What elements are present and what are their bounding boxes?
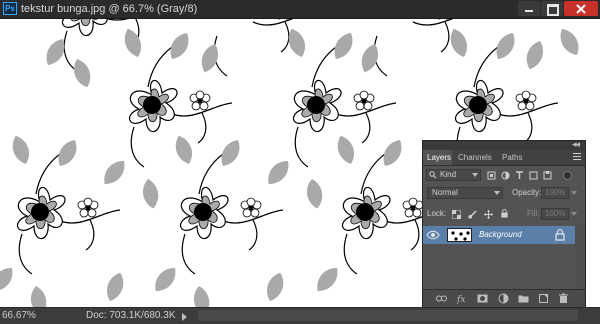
eye-visibility-icon[interactable] — [426, 226, 440, 244]
lock-label: Lock: — [427, 209, 447, 218]
lock-position-move-icon[interactable] — [484, 210, 493, 219]
chevron-down-icon — [472, 173, 478, 177]
chevron-down-icon — [494, 191, 500, 195]
panel-menu-icon[interactable] — [573, 153, 581, 161]
filter-kind-select[interactable]: Kind — [426, 169, 481, 181]
mask-icon[interactable] — [477, 293, 488, 304]
panel-scrollbar[interactable] — [575, 223, 585, 289]
status-menu-arrow-icon[interactable] — [182, 313, 187, 321]
search-icon — [429, 171, 437, 179]
photoshop-icon: Ps — [3, 2, 17, 15]
link-icon[interactable] — [436, 293, 447, 304]
filter-adjustment-icon[interactable] — [501, 171, 510, 180]
document-title: tekstur bunga.jpg @ 66.7% (Gray/8) — [21, 3, 198, 15]
layer-name[interactable]: Background — [479, 229, 522, 241]
svg-text:fx: fx — [457, 295, 465, 304]
panel-header-strip: ◂◂ — [423, 139, 585, 150]
lock-row: Lock: Fill: 100% — [423, 207, 585, 221]
filter-smart-object-icon[interactable] — [543, 171, 552, 180]
filter-row: Kind — [423, 168, 585, 182]
layers-panel: ◂◂ Layers Channels Paths Kind Normal Opa… — [422, 139, 586, 307]
lock-all-icon[interactable] — [500, 209, 509, 218]
fill-dropdown-icon[interactable] — [571, 212, 577, 216]
minimize-button[interactable] — [518, 1, 540, 16]
filter-type-icon[interactable] — [515, 171, 524, 180]
filter-kind-label: Kind — [440, 170, 457, 179]
blend-row: Normal Opacity: 100% — [423, 186, 585, 200]
opacity-field[interactable]: 100% — [541, 187, 569, 199]
collapse-panel-icon[interactable]: ◂◂ — [572, 139, 580, 150]
fill-label: Fill: — [527, 209, 540, 218]
fx-icon[interactable]: fx — [457, 293, 468, 304]
filter-pixel-icon[interactable] — [487, 171, 496, 180]
trash-icon[interactable] — [558, 293, 569, 304]
folder-icon[interactable] — [518, 293, 529, 304]
panel-footer: fx — [423, 289, 585, 307]
maximize-button[interactable] — [541, 1, 563, 16]
status-bar: 66.67% Doc: 703.1K/680.3K — [0, 307, 600, 324]
panel-tabs: Layers Channels Paths — [423, 150, 585, 166]
horizontal-scrollbar[interactable] — [198, 310, 578, 321]
new-layer-icon[interactable] — [538, 293, 549, 304]
opacity-dropdown-icon[interactable] — [571, 191, 577, 195]
opacity-value: 100% — [545, 188, 566, 197]
layer-lock-icon — [555, 229, 565, 241]
blend-mode-select[interactable]: Normal — [427, 187, 503, 199]
close-icon — [576, 4, 586, 14]
layer-thumbnail — [447, 228, 472, 242]
lock-pixels-brush-icon[interactable] — [468, 210, 477, 219]
adjustment-icon[interactable] — [498, 293, 509, 304]
filter-shape-icon[interactable] — [529, 171, 538, 180]
document-info[interactable]: Doc: 703.1K/680.3K — [86, 310, 176, 322]
tab-paths[interactable]: Paths — [498, 150, 530, 165]
fill-value: 100% — [545, 209, 566, 218]
layer-row-background[interactable]: Background — [423, 226, 585, 244]
opacity-label: Opacity: — [512, 188, 542, 197]
tab-channels[interactable]: Channels — [454, 150, 497, 165]
title-bar: Ps tekstur bunga.jpg @ 66.7% (Gray/8) — [0, 0, 600, 19]
fill-field[interactable]: 100% — [541, 208, 569, 220]
blend-mode-value: Normal — [432, 188, 458, 197]
zoom-level-field[interactable]: 66.67% — [2, 310, 46, 322]
close-button[interactable] — [564, 1, 598, 16]
filter-toggle[interactable] — [563, 171, 572, 180]
lock-transparent-icon[interactable] — [452, 210, 461, 219]
tab-layers[interactable]: Layers — [423, 150, 452, 165]
